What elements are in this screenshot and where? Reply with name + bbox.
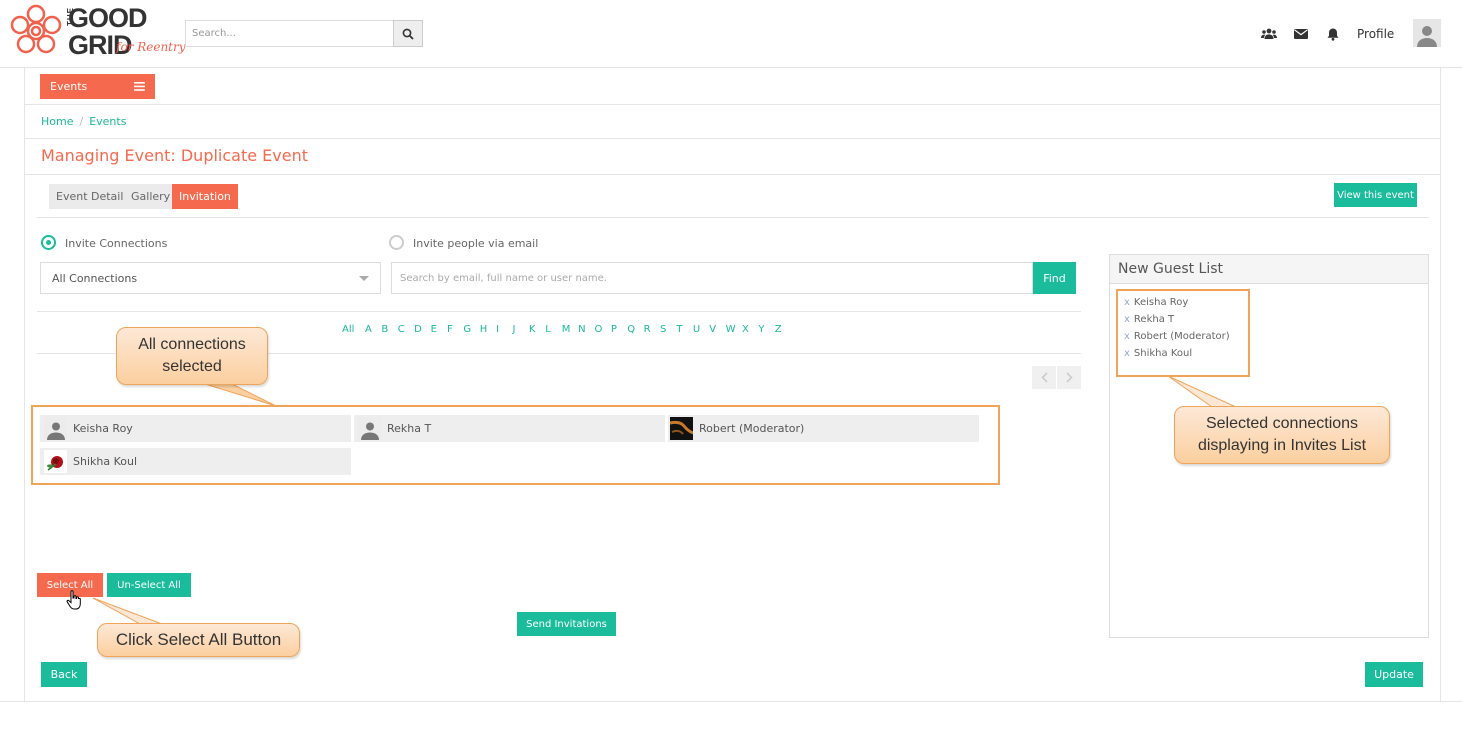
callout-selected-connections: Selected connections displaying in Invite… xyxy=(1174,406,1390,464)
callout-text: selected xyxy=(162,358,222,375)
callout-text: displaying in Invites List xyxy=(1197,437,1367,454)
callout-text: Selected connections xyxy=(1205,415,1359,432)
callout-text: All connections xyxy=(138,336,246,353)
callout-click-select-all: Click Select All Button xyxy=(97,623,300,657)
callout-all-connections-selected: All connections selected xyxy=(116,327,268,385)
